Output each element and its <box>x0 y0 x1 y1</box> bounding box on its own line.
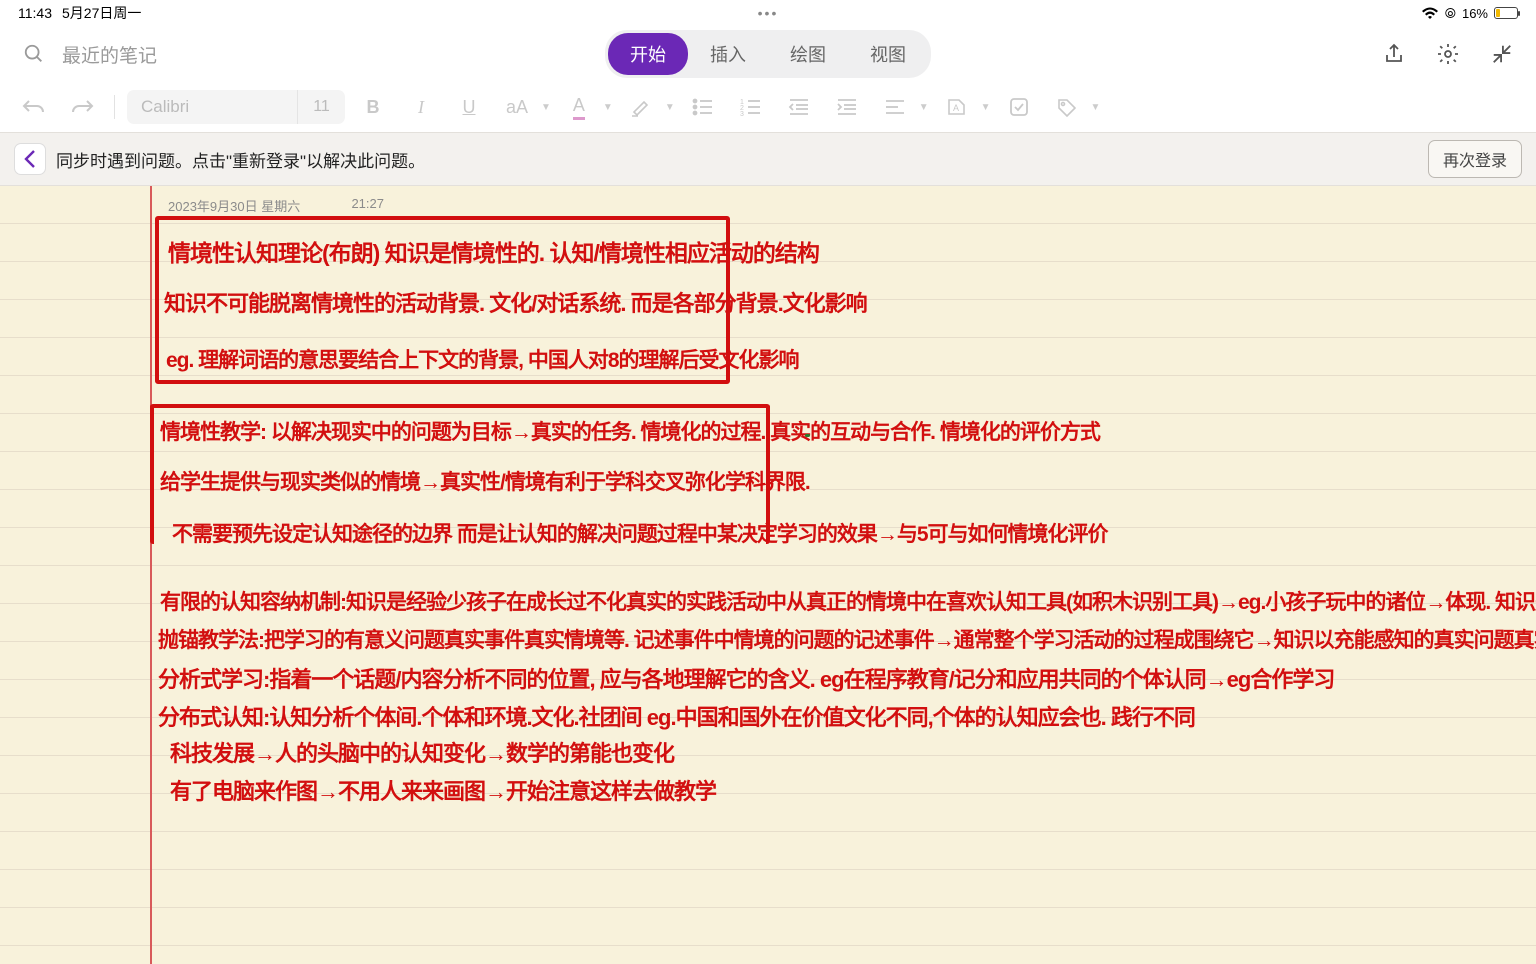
search-area[interactable]: 最近的笔记 <box>18 38 157 70</box>
handwriting-line: 情境性认知理论(布朗) 知识是情境性的. 认知/情境性相应活动的结构 <box>168 234 819 268</box>
align-button[interactable] <box>875 90 915 124</box>
top-right-actions <box>1378 38 1518 70</box>
status-left: 11:43 5月27日周一 <box>18 3 141 23</box>
stray-mark <box>805 434 810 437</box>
bullets-button[interactable] <box>683 90 723 124</box>
status-date: 5月27日周一 <box>62 3 141 23</box>
status-bar: 11:43 5月27日周一 ••• ⦾ 16% <box>0 0 1536 26</box>
note-date: 2023年9月30日 星期六 <box>168 196 300 215</box>
tab-draw[interactable]: 绘图 <box>768 33 848 75</box>
font-name[interactable]: Calibri <box>127 97 297 117</box>
handwriting-line: 给学生提供与现实类似的情境→真实性/情境有利于学科交叉弥化学科界限. <box>160 466 810 496</box>
search-placeholder: 最近的笔记 <box>62 41 157 68</box>
handwriting-line: 不需要预先设定认知途径的边界 而是让认知的解决问题过程中某决定学习的效果→与5可… <box>172 518 1108 548</box>
note-timestamp: 2023年9月30日 星期六 21:27 <box>168 196 388 218</box>
wifi-icon <box>1421 7 1439 20</box>
chevron-down-icon[interactable]: ▼ <box>665 102 675 113</box>
tag-button[interactable] <box>1047 90 1087 124</box>
orientation-lock-icon: ⦾ <box>1445 5 1456 22</box>
chevron-down-icon[interactable]: ▼ <box>981 102 991 113</box>
sync-banner: 同步时遇到问题。点击"重新登录"以解决此问题。 再次登录 <box>0 132 1536 186</box>
font-size[interactable]: 11 <box>297 90 345 124</box>
font-style-button[interactable]: aA <box>497 90 537 124</box>
handwriting-line: 情境性教学: 以解决现实中的问题为目标→真实的任务. 情境化的过程. 真实的互动… <box>160 416 1100 446</box>
tab-view[interactable]: 视图 <box>848 33 928 75</box>
tab-insert[interactable]: 插入 <box>688 33 768 75</box>
indent-button[interactable] <box>827 90 867 124</box>
handwriting-line: 知识不可能脱离情境性的活动背景. 文化/对话系统. 而是各部分背景.文化影响 <box>164 286 867 318</box>
settings-icon[interactable] <box>1432 38 1464 70</box>
todo-button[interactable] <box>999 90 1039 124</box>
relogin-button[interactable]: 再次登录 <box>1428 140 1522 178</box>
note-time: 21:27 <box>351 196 384 215</box>
undo-button[interactable] <box>14 90 54 124</box>
svg-text:3: 3 <box>740 111 744 116</box>
handwriting-line: 科技发展→人的头脑中的认知变化→数学的第能也变化 <box>170 736 674 768</box>
outdent-button[interactable] <box>779 90 819 124</box>
multitask-dots-icon[interactable]: ••• <box>758 5 779 21</box>
title-bar: 最近的笔记 开始 插入 绘图 视图 <box>0 26 1536 82</box>
handwriting-line: 有限的认知容纳机制:知识是经验少孩子在成长过不化真实的实践活动中从真正的情境中在… <box>160 586 1536 616</box>
chevron-down-icon[interactable]: ▼ <box>541 102 551 113</box>
chevron-down-icon[interactable]: ▼ <box>603 102 613 113</box>
status-right: ⦾ 16% <box>1421 5 1518 22</box>
sync-message: 同步时遇到问题。点击"重新登录"以解决此问题。 <box>56 147 425 172</box>
svg-text:A: A <box>953 103 959 113</box>
redo-button[interactable] <box>62 90 102 124</box>
handwriting-line: 有了电脑来作图→不用人来来画图→开始注意这样去做教学 <box>170 774 716 806</box>
status-time: 11:43 <box>18 5 52 21</box>
back-button[interactable] <box>14 143 46 175</box>
handwriting-line: eg. 理解词语的意思要结合上下文的背景, 中国人对8的理解后受文化影响 <box>166 344 799 374</box>
margin-line <box>150 186 152 964</box>
format-toolbar: Calibri 11 B I U aA ▼ A ▼ ▼ 123 ▼ A ▼ ▼ <box>0 82 1536 132</box>
chevron-down-icon[interactable]: ▼ <box>919 102 929 113</box>
font-color-button[interactable]: A <box>559 90 599 124</box>
font-selector[interactable]: Calibri 11 <box>127 90 345 124</box>
numbered-list-button[interactable]: 123 <box>731 90 771 124</box>
handwriting-line: 分析式学习:指着一个话题/内容分析不同的位置, 应与各地理解它的含义. eg在程… <box>158 662 1334 694</box>
share-icon[interactable] <box>1378 38 1410 70</box>
collapse-icon[interactable] <box>1486 38 1518 70</box>
highlight-button[interactable] <box>621 90 661 124</box>
separator <box>114 95 115 119</box>
note-canvas[interactable]: 2023年9月30日 星期六 21:27 情境性认知理论(布朗) 知识是情境性的… <box>0 186 1536 964</box>
chevron-down-icon[interactable]: ▼ <box>1091 102 1101 113</box>
handwriting-line: 分布式认知:认知分析个体间.个体和环境.文化.社团间 eg.中国和国外在价值文化… <box>158 700 1195 732</box>
styles-button[interactable]: A <box>937 90 977 124</box>
search-icon[interactable] <box>18 38 50 70</box>
underline-button[interactable]: U <box>449 90 489 124</box>
italic-button[interactable]: I <box>401 90 441 124</box>
battery-pct: 16% <box>1462 6 1488 21</box>
battery-icon <box>1494 7 1518 19</box>
handwriting-line: 抛锚教学法:把学习的有意义问题真实事件真实情境等. 记述事件中情境的问题的记述事… <box>158 624 1536 654</box>
tab-start[interactable]: 开始 <box>608 33 688 75</box>
ribbon-tabs: 开始 插入 绘图 视图 <box>605 30 931 78</box>
bold-button[interactable]: B <box>353 90 393 124</box>
